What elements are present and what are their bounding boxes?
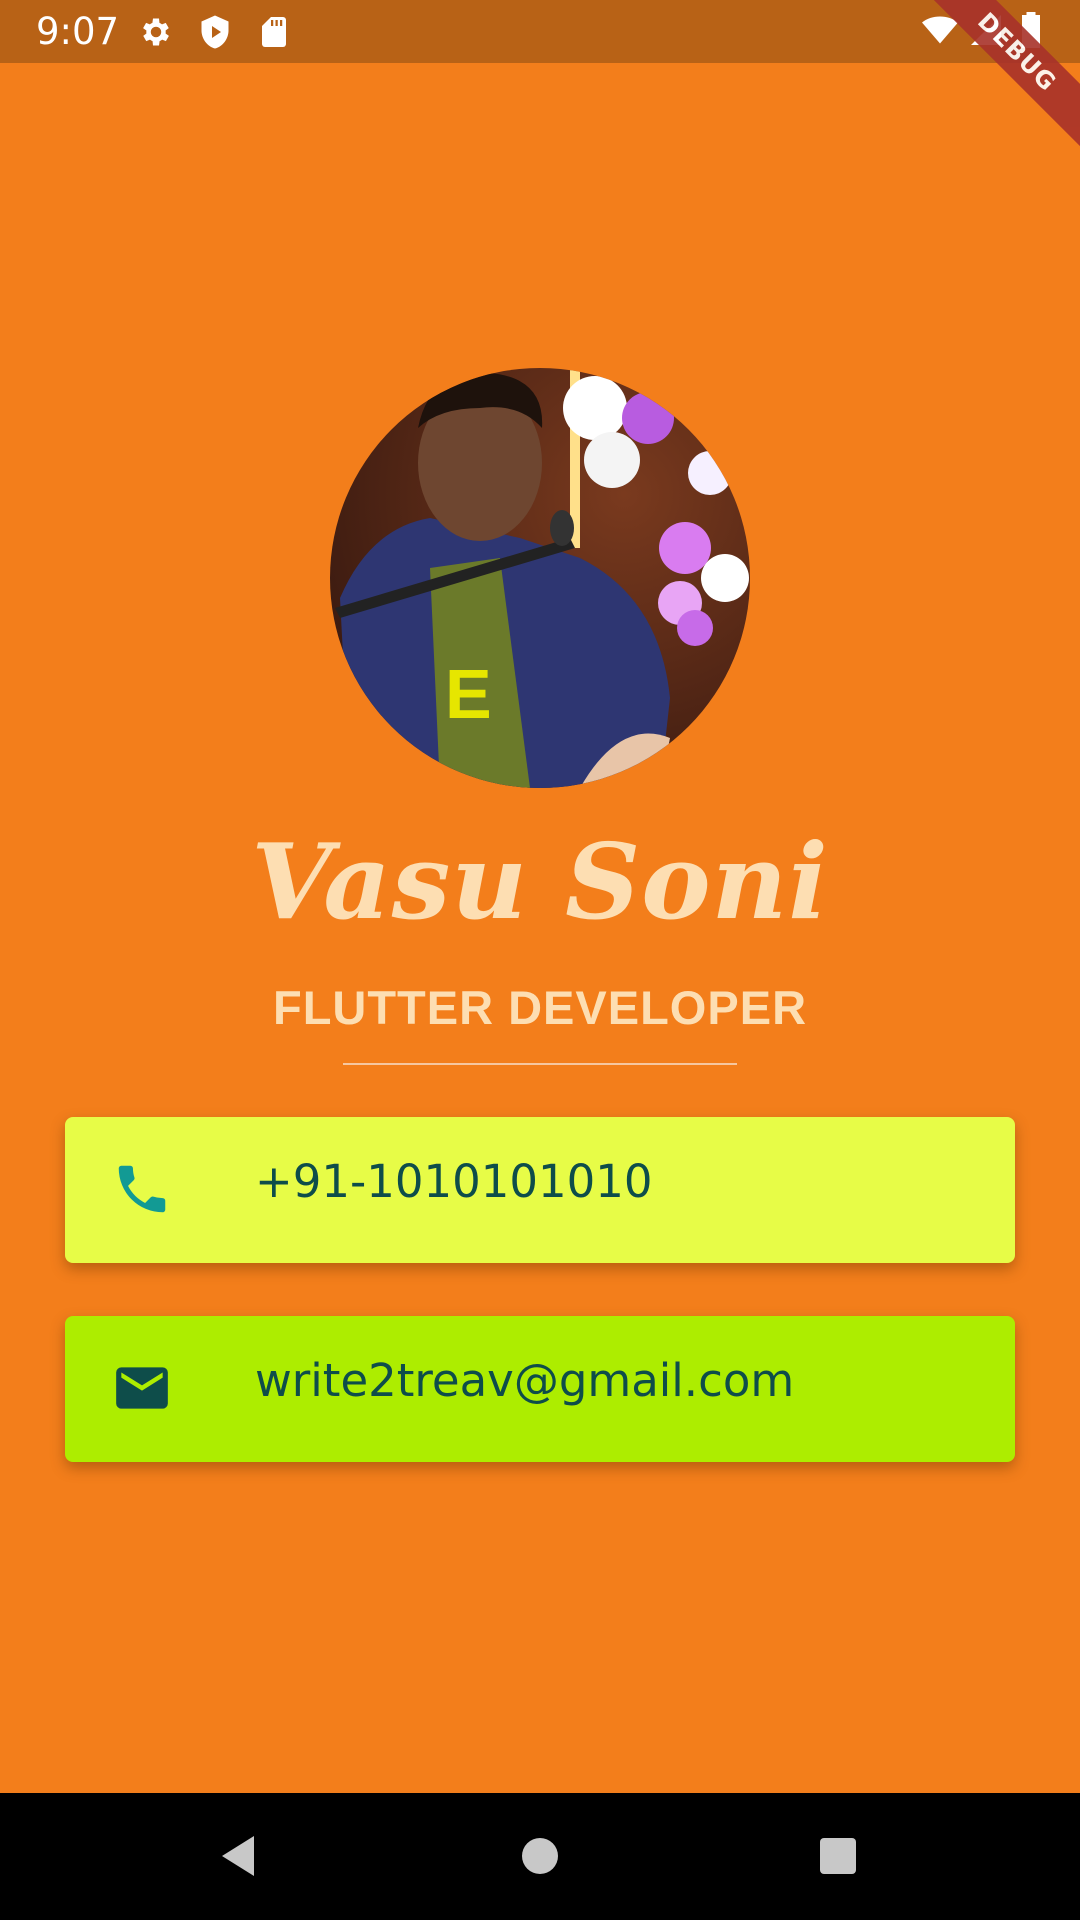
divider <box>343 1063 737 1065</box>
phone-icon <box>118 1165 166 1213</box>
navigation-bar <box>0 1793 1080 1920</box>
profile-name: Vasu Soni <box>251 820 829 943</box>
svg-text:E: E <box>445 655 492 733</box>
recents-icon[interactable] <box>814 1831 862 1881</box>
phone-card[interactable]: +91-1010101010 <box>65 1117 1015 1263</box>
email-address: write2treav@gmail.com <box>255 1354 795 1407</box>
home-icon[interactable] <box>516 1831 564 1881</box>
shield-play-icon <box>201 15 229 49</box>
status-bar: 9:07 <box>0 0 1080 63</box>
sd-card-icon <box>262 17 286 47</box>
avatar: E <box>330 368 750 788</box>
app-screen: 9:07 DEBUG E Vasu Soni FLUTTER DEVELOPER… <box>0 0 1080 1920</box>
profile-role: FLUTTER DEVELOPER <box>272 981 808 1034</box>
mail-icon <box>116 1367 168 1409</box>
avatar-photo: E <box>330 368 750 788</box>
status-time: 9:07 <box>36 10 120 53</box>
gear-icon <box>143 18 169 46</box>
back-icon[interactable] <box>214 1831 262 1881</box>
email-card[interactable]: write2treav@gmail.com <box>65 1316 1015 1462</box>
phone-number: +91-1010101010 <box>255 1155 653 1208</box>
